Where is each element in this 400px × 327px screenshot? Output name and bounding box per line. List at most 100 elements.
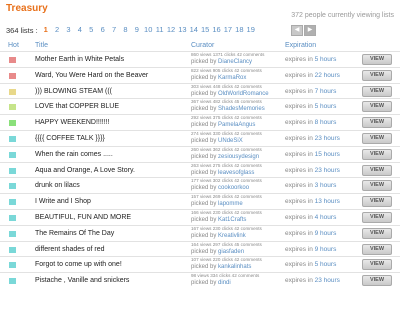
expires-label: expires in — [285, 166, 313, 174]
comments-count: 42 — [236, 52, 242, 57]
list-title[interactable]: {{{{ COFFEE TALK }}}} — [35, 135, 105, 142]
view-button[interactable]: VIEW — [362, 180, 392, 192]
picked-by-label: picked by — [191, 264, 217, 271]
list-stats: 260 views 362 clicks 42 comments — [191, 147, 262, 153]
page-link[interactable]: 5 — [86, 25, 97, 34]
page-link[interactable]: 9 — [131, 25, 142, 34]
picked-by: picked by OldWorldRomance — [191, 91, 269, 98]
comments-count: 42 — [234, 162, 240, 168]
curator-link[interactable]: zesiousydesign — [218, 154, 259, 160]
page-link[interactable]: 14 — [188, 25, 199, 34]
list-title[interactable]: ))) BLOWING STEAM ((( — [35, 88, 112, 95]
page-link[interactable]: 19 — [245, 25, 256, 34]
list-title[interactable]: Forgot to come up with one! — [35, 261, 122, 268]
list-row: BEAUTIFUL, FUN AND MORE 166 views 230 cl… — [0, 208, 400, 225]
list-title[interactable]: different shades of red — [35, 246, 105, 253]
curator-link[interactable]: kankalinhats — [218, 264, 251, 270]
page-link[interactable]: 1 — [40, 25, 51, 34]
clicks-count: 330 — [212, 130, 221, 136]
clicks-count: 297 — [212, 241, 221, 247]
list-title[interactable]: I Write and I Shop — [35, 198, 91, 205]
view-button[interactable]: VIEW — [362, 196, 392, 208]
list-title[interactable]: Mother Earth in White Petals — [35, 56, 124, 63]
curator-link[interactable]: lapomme — [218, 201, 243, 207]
column-header-curator[interactable]: Curator — [191, 42, 214, 49]
curator-link[interactable]: OldWorldRomance — [218, 91, 269, 97]
column-header-title[interactable]: Title — [35, 42, 48, 49]
curator-link[interactable]: ShadesMemories — [218, 106, 265, 112]
list-title[interactable]: Aqua and Orange, A Love Story. — [35, 167, 135, 174]
picked-by-label: picked by — [191, 122, 217, 129]
hotness-indicator — [9, 246, 16, 253]
curator-link[interactable]: giasfaden — [218, 249, 244, 255]
views-label: views — [199, 130, 212, 136]
curator-link[interactable]: leavesofglass — [218, 170, 254, 176]
views-count: 166 — [191, 209, 199, 215]
comments-label: comments — [240, 115, 262, 121]
column-header-expiration[interactable]: Expiration — [285, 42, 316, 49]
curator-link[interactable]: UNdeSiX — [218, 138, 243, 144]
comments-count: 45 — [234, 99, 240, 105]
comments-count: 42 — [234, 178, 240, 184]
list-row: Forgot to come up with one! 107 views 22… — [0, 256, 400, 272]
page-link[interactable]: 13 — [177, 25, 188, 34]
comments-count: 42 — [234, 83, 240, 89]
column-header-hot[interactable]: Hot — [8, 42, 19, 49]
curator-link[interactable]: DianeClancy — [218, 59, 252, 65]
picked-by-label: picked by — [191, 169, 217, 176]
page-link[interactable]: 3 — [63, 25, 74, 34]
page-link[interactable]: 16 — [211, 25, 222, 34]
list-stats: 177 views 302 clicks 42 comments — [191, 178, 262, 184]
curator-link[interactable]: dindi — [218, 280, 231, 286]
list-title[interactable]: Ward, You Were Hard on the Beaver — [35, 72, 148, 79]
curator-link[interactable]: Kreativlink — [218, 233, 246, 239]
expiration: expires in 5 hours — [285, 56, 336, 63]
curator-link[interactable]: KarmaRox — [218, 75, 246, 81]
curator-link[interactable]: Kat1Crafts — [218, 217, 246, 223]
page-link[interactable]: 11 — [154, 25, 165, 34]
page-link[interactable]: 17 — [222, 25, 233, 34]
clicks-count: 275 — [212, 162, 221, 168]
list-title[interactable]: BEAUTIFUL, FUN AND MORE — [35, 214, 131, 221]
page-link[interactable]: 7 — [108, 25, 119, 34]
list-title[interactable]: HAPPY WEEKEND!!!!!!! — [35, 119, 110, 126]
list-title[interactable]: drunk on lilacs — [35, 182, 80, 189]
list-title[interactable]: LOVE that COPPER BLUE — [35, 103, 119, 110]
view-button[interactable]: VIEW — [362, 227, 392, 239]
view-button[interactable]: VIEW — [362, 148, 392, 160]
page-link[interactable]: 2 — [51, 25, 62, 34]
view-button[interactable]: VIEW — [362, 243, 392, 255]
list-row: Ward, You Were Hard on the Beaver 822 vi… — [0, 66, 400, 83]
page-link[interactable]: 12 — [165, 25, 176, 34]
list-title[interactable]: The Remains Of The Day — [35, 230, 114, 237]
page-link[interactable]: 18 — [234, 25, 245, 34]
view-button[interactable]: VIEW — [362, 164, 392, 176]
expires-value: 8 hours — [314, 119, 337, 127]
curator-link[interactable]: cookoorkoo — [218, 185, 249, 191]
list-stats: 303 views 448 clicks 42 comments — [191, 84, 262, 90]
view-button[interactable]: VIEW — [362, 117, 392, 129]
view-button[interactable]: VIEW — [362, 259, 392, 271]
view-button[interactable]: VIEW — [362, 132, 392, 144]
next-page-button[interactable]: ▶ — [304, 25, 316, 36]
view-button[interactable]: VIEW — [362, 54, 392, 65]
view-button[interactable]: VIEW — [362, 101, 392, 113]
views-label: views — [199, 83, 212, 89]
curator-link[interactable]: PamelaAngus — [218, 122, 255, 128]
view-button[interactable]: VIEW — [362, 85, 392, 97]
view-button[interactable]: VIEW — [362, 275, 392, 287]
list-title[interactable]: Pistache , Vanille and snickers — [35, 277, 129, 284]
view-button[interactable]: VIEW — [362, 211, 392, 223]
page-link[interactable]: 10 — [143, 25, 154, 34]
expiration: expires in 23 hours — [285, 167, 340, 174]
picked-by-label: picked by — [191, 137, 217, 144]
page-link[interactable]: 6 — [97, 25, 108, 34]
page-link[interactable]: 4 — [74, 25, 85, 34]
view-button[interactable]: VIEW — [362, 69, 392, 81]
list-title[interactable]: When the rain comes ..... — [35, 151, 113, 158]
expires-value: 5 hours — [314, 56, 337, 63]
clicks-label: clicks — [221, 209, 233, 215]
prev-page-button[interactable]: ◀ — [291, 25, 303, 36]
page-link[interactable]: 15 — [199, 25, 210, 34]
page-link[interactable]: 8 — [120, 25, 131, 34]
